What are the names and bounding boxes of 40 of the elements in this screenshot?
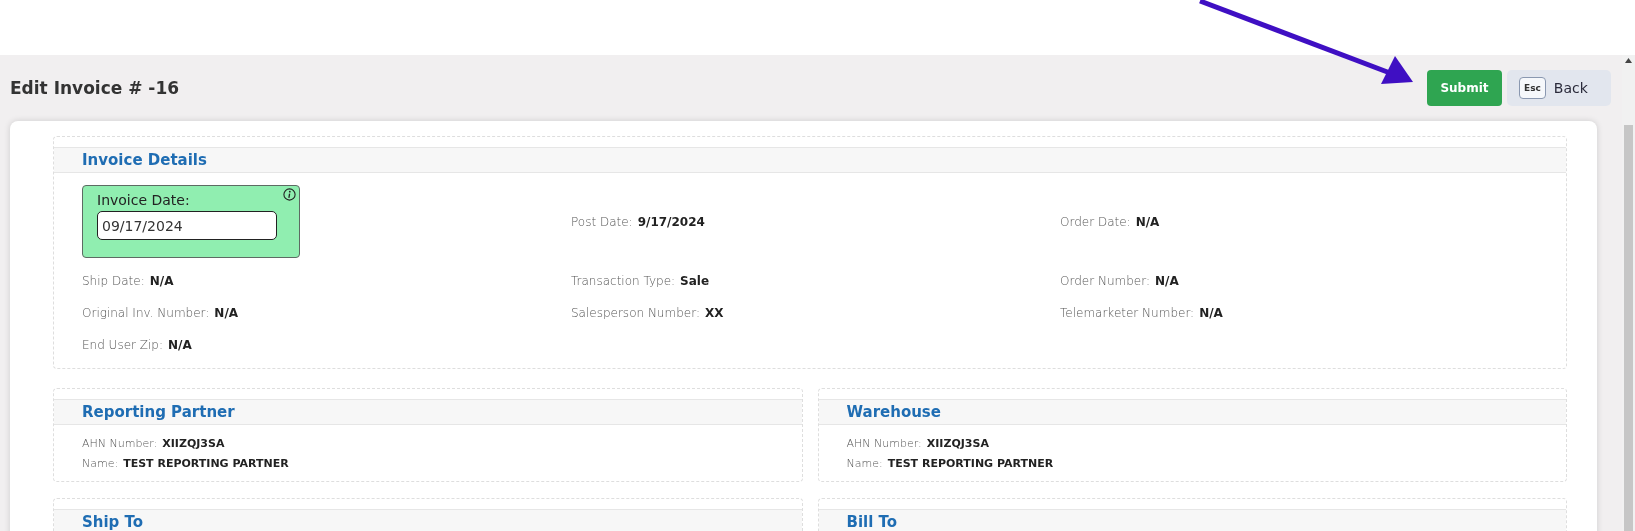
- section-title: Reporting Partner: [82, 403, 235, 421]
- page-title: Edit Invoice # -16: [10, 78, 181, 98]
- field-value: N/A: [214, 305, 239, 322]
- field-value: 9/17/2024: [637, 213, 705, 231]
- field-value: N/A: [1135, 213, 1160, 231]
- scrollbar-thumb[interactable]: [1624, 125, 1633, 531]
- field-value: XX: [704, 305, 724, 322]
- section-title: Ship To: [82, 513, 144, 531]
- field-label: AHN Number:: [846, 436, 922, 452]
- field-value: N/A: [1154, 273, 1179, 290]
- field-label: End User Zip:: [82, 337, 163, 354]
- field-value: XIIZQJ3SA: [926, 436, 989, 452]
- scroll-up-icon[interactable]: [1625, 58, 1632, 63]
- field-label: Original Inv. Number:: [82, 305, 210, 322]
- field-label: Salesperson Number:: [571, 305, 700, 322]
- section-title: Warehouse: [846, 403, 941, 421]
- field-label: Post Date:: [571, 213, 633, 231]
- field-label: Invoice Date:: [97, 192, 191, 208]
- section-title: Invoice Details: [82, 151, 207, 169]
- field-label: Transaction Type:: [571, 273, 676, 290]
- field-label: Ship Date:: [82, 273, 145, 290]
- field-label: Telemarketer Number:: [1060, 305, 1195, 322]
- esc-key-hint: Esc: [1519, 77, 1546, 99]
- field-value: N/A: [149, 273, 174, 290]
- field-value: Sale: [680, 273, 710, 290]
- field-value: N/A: [168, 337, 192, 354]
- field-label: Order Date:: [1060, 213, 1131, 231]
- field-label: Name:: [846, 456, 883, 472]
- field-label: AHN Number:: [82, 436, 158, 452]
- back-button[interactable]: Esc Back: [1507, 70, 1611, 106]
- field-value: TEST REPORTING PARTNER: [887, 456, 1054, 472]
- field-value: XIIZQJ3SA: [162, 436, 225, 452]
- scrollbar[interactable]: [1622, 55, 1635, 531]
- field-value: N/A: [1199, 305, 1223, 322]
- field-label: Order Number:: [1060, 273, 1150, 290]
- info-icon[interactable]: [283, 188, 296, 201]
- field-value: TEST REPORTING PARTNER: [123, 456, 289, 472]
- date-input[interactable]: 09/17/2024: [97, 211, 277, 240]
- section-title: Bill To: [846, 513, 898, 531]
- field-label: Name:: [82, 456, 119, 472]
